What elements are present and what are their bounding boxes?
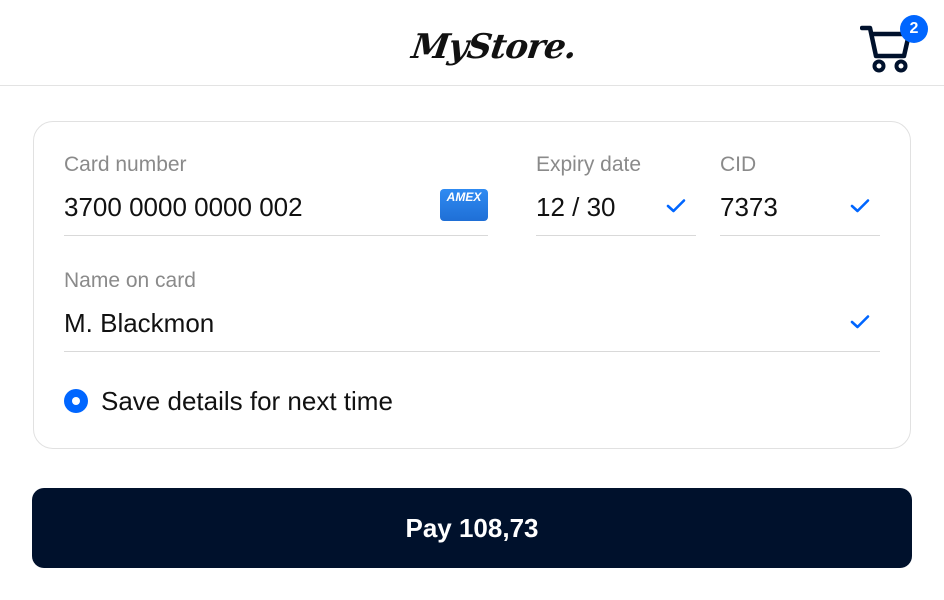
- card-number-field[interactable]: Card number 3700 0000 0000 002 AMEX: [64, 152, 488, 236]
- expiry-date-field[interactable]: Expiry date 12 / 30: [536, 152, 696, 236]
- check-icon: [666, 199, 686, 213]
- save-details-radio[interactable]: [64, 389, 88, 413]
- pay-button[interactable]: Pay 108,73: [32, 488, 912, 568]
- name-on-card-label: Name on card: [64, 269, 196, 292]
- save-details-label[interactable]: Save details for next time: [101, 386, 393, 416]
- card-number-input[interactable]: 3700 0000 0000 002: [64, 192, 303, 222]
- amex-card-icon: AMEX: [440, 189, 488, 221]
- name-on-card-field[interactable]: Name on card M. Blackmon: [64, 268, 880, 352]
- store-logo[interactable]: MyStore.: [408, 16, 578, 78]
- amex-card-brand-text: AMEX: [446, 190, 482, 204]
- cid-field[interactable]: CID 7373: [720, 152, 880, 236]
- name-on-card-input[interactable]: M. Blackmon: [64, 308, 214, 338]
- header: MyStore. 2: [0, 0, 944, 86]
- cid-input[interactable]: 7373: [720, 192, 778, 222]
- card-number-label: Card number: [64, 153, 187, 176]
- cart-count-badge: 2: [900, 15, 928, 43]
- cid-label: CID: [720, 153, 757, 176]
- check-icon: [850, 315, 870, 329]
- check-icon: [850, 199, 870, 213]
- expiry-date-label: Expiry date: [536, 153, 642, 176]
- expiry-date-input[interactable]: 12 / 30: [536, 192, 616, 222]
